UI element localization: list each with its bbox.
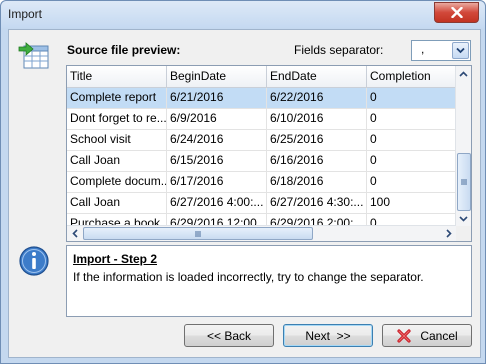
red-x-icon (397, 328, 411, 343)
separator-dropdown-button[interactable] (452, 42, 469, 59)
import-table-icon (18, 42, 49, 69)
cell-title: Call Joan (67, 151, 167, 171)
vertical-scroll-thumb[interactable] (457, 153, 471, 211)
step-description: If the information is loaded incorrectly… (73, 270, 424, 284)
table-row[interactable]: Complete report 6/21/2016 6/22/2016 0 (67, 88, 456, 109)
cell-begindate: 6/21/2016 (167, 88, 267, 108)
cell-begindate: 6/27/2016 4:00:... (167, 193, 267, 213)
back-button-label: << Back (206, 328, 252, 343)
scroll-right-button[interactable] (442, 227, 455, 240)
next-button[interactable]: Next >> (283, 324, 373, 347)
table-row[interactable]: Call Joan 6/27/2016 4:00:... 6/27/2016 4… (67, 193, 456, 214)
cell-title: Dont forget to re... (67, 109, 167, 129)
horizontal-scroll-thumb[interactable] (83, 227, 313, 240)
cell-enddate: 6/16/2016 (267, 151, 367, 171)
separator-select[interactable]: , (411, 40, 471, 61)
step-title: Import - Step 2 (73, 252, 158, 266)
cancel-button-label: Cancel (420, 328, 458, 343)
scroll-down-button[interactable] (457, 212, 470, 225)
preview-grid[interactable]: Title BeginDate EndDate Completion Compl… (66, 65, 472, 242)
cell-enddate: 6/18/2016 (267, 172, 367, 192)
cell-enddate: 6/22/2016 (267, 88, 367, 108)
vertical-scrollbar[interactable] (455, 66, 471, 226)
cell-completion: 100 (367, 193, 456, 213)
dialog-body: Source file preview: Fields separator: ,… (8, 29, 481, 358)
cell-title: School visit (67, 130, 167, 150)
chevron-right-icon (445, 229, 452, 238)
scrollbar-corner (456, 226, 471, 241)
info-icon (19, 246, 49, 276)
source-preview-label: Source file preview: (67, 43, 181, 57)
grid-header: Title BeginDate EndDate Completion (67, 66, 456, 88)
cell-enddate: 6/10/2016 (267, 109, 367, 129)
grip-icon (195, 230, 201, 237)
cell-enddate: 6/27/2016 4:30:... (267, 193, 367, 213)
cell-completion: 0 (367, 172, 456, 192)
horizontal-scrollbar[interactable] (67, 225, 456, 241)
scroll-left-button[interactable] (68, 227, 81, 240)
next-button-label: Next >> (305, 328, 351, 343)
separator-value: , (421, 42, 425, 56)
column-header-enddate[interactable]: EndDate (267, 66, 367, 87)
column-header-title[interactable]: Title (67, 66, 167, 87)
close-icon (450, 7, 463, 18)
column-header-completion[interactable]: Completion (367, 66, 456, 87)
chevron-up-icon (459, 70, 468, 77)
cell-title: Complete report (67, 88, 167, 108)
table-row[interactable]: Call Joan 6/15/2016 6/16/2016 0 (67, 151, 456, 172)
cell-completion: 0 (367, 88, 456, 108)
cell-begindate: 6/9/2016 (167, 109, 267, 129)
column-header-begindate[interactable]: BeginDate (167, 66, 267, 87)
table-row[interactable]: School visit 6/24/2016 6/25/2016 0 (67, 130, 456, 151)
title-bar[interactable]: Import (1, 1, 485, 28)
back-button[interactable]: << Back (184, 324, 274, 347)
table-row[interactable]: Complete docum... 6/17/2016 6/18/2016 0 (67, 172, 456, 193)
separator-label: Fields separator: (294, 43, 384, 57)
cell-completion: 0 (367, 130, 456, 150)
grip-icon (461, 179, 467, 185)
cancel-button[interactable]: Cancel (382, 324, 472, 347)
chevron-down-icon (459, 215, 468, 222)
cell-begindate: 6/15/2016 (167, 151, 267, 171)
info-panel: Import - Step 2 If the information is lo… (66, 245, 472, 317)
chevron-down-icon (456, 47, 465, 54)
scroll-up-button[interactable] (457, 67, 470, 80)
table-row[interactable]: Dont forget to re... 6/9/2016 6/10/2016 … (67, 109, 456, 130)
import-dialog: Import Source file preview: Fields separ… (0, 0, 486, 364)
cell-begindate: 6/24/2016 (167, 130, 267, 150)
cell-begindate: 6/17/2016 (167, 172, 267, 192)
grid-rows: Complete report 6/21/2016 6/22/2016 0 Do… (67, 88, 456, 235)
cell-enddate: 6/25/2016 (267, 130, 367, 150)
window-title: Import (8, 7, 43, 21)
cell-title: Complete docum... (67, 172, 167, 192)
cell-completion: 0 (367, 109, 456, 129)
cell-completion: 0 (367, 151, 456, 171)
cell-title: Call Joan (67, 193, 167, 213)
close-button[interactable] (434, 2, 479, 23)
chevron-left-icon (71, 229, 78, 238)
